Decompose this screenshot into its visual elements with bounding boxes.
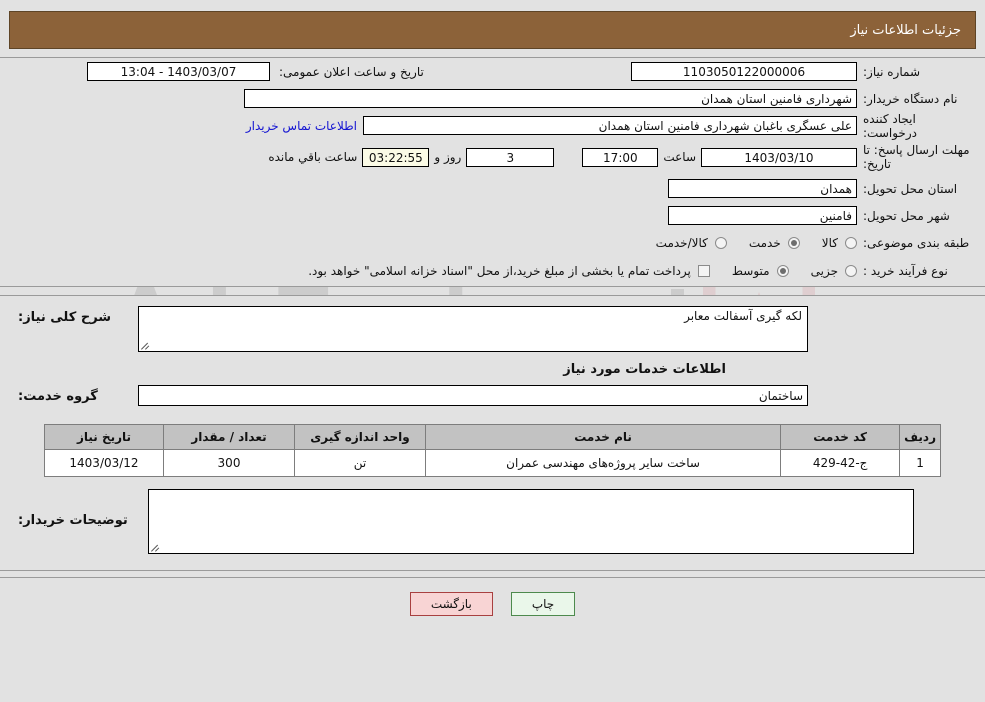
row-service-group: ساختمان گروه خدمت: [10, 385, 971, 406]
deadline-days: 3 [466, 147, 555, 167]
category-option-khedmat[interactable]: خدمت [749, 236, 800, 250]
buyer-notes-label: توضیحات خریدار: [18, 513, 128, 528]
row-buyer-notes: توضیحات خریدار: [10, 489, 971, 554]
process-option-jozee-label: جزیی [810, 264, 838, 278]
resize-grip-icon[interactable] [141, 340, 151, 350]
deadline-countdown-suffix: ساعت باقي مانده [268, 150, 358, 164]
category-label: طبقه بندی موضوعی: [863, 235, 970, 250]
col-code: کد خدمت [780, 424, 901, 450]
page-root: جزئیات اطلاعات نیاز شماره نیاز: 11030501… [0, 11, 985, 616]
cell-unit: تن [294, 449, 426, 477]
category-option-kala[interactable]: کالا [822, 236, 857, 250]
need-number-label: شماره نیاز: [863, 64, 920, 79]
cell-code: ج-42-429 [780, 449, 901, 477]
radio-khedmat-icon[interactable] [787, 236, 800, 249]
cell-row: 1 [899, 449, 941, 477]
deadline-label: مهلت ارسال پاسخ: تا تاریخ: [863, 143, 970, 171]
city-label: شهر محل تحویل: [863, 208, 950, 223]
row-buyer-org: نام دستگاه خریدار: شهرداری فامنین استان … [0, 85, 985, 112]
row-process: نوع فرآیند خرید : جزیی متوسط پرداخت تمام… [0, 256, 985, 286]
back-button[interactable]: بازگشت [409, 592, 493, 616]
row-description: لکه گیری آسفالت معابر شرح کلی نیاز: [10, 306, 971, 352]
cell-date: 1403/03/12 [44, 449, 164, 477]
deadline-countdown: 03:22:55 [362, 147, 430, 167]
process-option-jozee[interactable]: جزیی [811, 264, 857, 278]
row-creator: ایجاد کننده درخواست: علی عسگری باغبان شه… [0, 111, 985, 140]
buyer-contact-link[interactable]: اطلاعات تماس خریدار [240, 119, 363, 133]
table-header-row: ردیف کد خدمت نام خدمت واحد اندازه گیری ت… [44, 424, 941, 450]
creator-label: ایجاد کننده درخواست: [863, 111, 917, 140]
service-group-value: ساختمان [138, 385, 808, 406]
cell-quantity: 300 [163, 449, 295, 477]
creator-value: علی عسگری باغبان شهرداری فامنین استان هم… [363, 116, 857, 135]
deadline-date: 1403/03/10 [701, 147, 857, 167]
general-description-label: شرح کلی نیاز: [18, 310, 112, 325]
need-info-panel: شماره نیاز: 1103050122000006 تاریخ و ساع… [0, 57, 985, 287]
col-date: تاریخ نیاز [44, 424, 164, 450]
col-name: نام خدمت [424, 424, 782, 450]
col-quantity: تعداد / مقدار [163, 424, 295, 450]
general-description-textarea[interactable]: لکه گیری آسفالت معابر [138, 306, 808, 352]
category-option-kala-label: کالا [821, 235, 838, 250]
action-button-bar: بازگشت چاپ [0, 577, 985, 616]
category-option-kala-khedmat-label: کالا/خدمت [655, 235, 708, 250]
process-option-motevaset[interactable]: متوسط [732, 264, 789, 278]
process-label: نوع فرآیند خرید : [863, 264, 948, 278]
deadline-time: 17:00 [582, 147, 659, 167]
radio-jozee-icon[interactable] [845, 265, 857, 277]
buyer-org-value: شهرداری فامنین استان همدان [244, 89, 857, 108]
buyer-org-label: نام دستگاه خریدار: [863, 91, 958, 106]
radio-kala-khedmat-icon[interactable] [714, 236, 727, 249]
table-row: 1 ج-42-429 ساخت سایر پروژه‌های مهندسی عم… [44, 449, 941, 477]
col-unit: واحد اندازه گیری [294, 424, 426, 450]
cell-name: ساخت سایر پروژه‌های مهندسی عمران [424, 449, 782, 477]
row-deadline: مهلت ارسال پاسخ: تا تاریخ: 1403/03/10 سا… [0, 139, 985, 175]
buyer-notes-resize-grip-icon[interactable] [151, 542, 161, 552]
process-option-motevaset-label: متوسط [731, 264, 770, 278]
deadline-time-label: ساعت [663, 150, 696, 164]
row-category: طبقه بندی موضوعی: کالا خدمت کالا/خدمت [0, 229, 985, 256]
service-items-table: ردیف کد خدمت نام خدمت واحد اندازه گیری ت… [44, 424, 941, 477]
treasury-payment-option[interactable]: پرداخت تمام یا بخشی از مبلغ خرید،از محل … [308, 264, 710, 278]
treasury-payment-note: پرداخت تمام یا بخشی از مبلغ خرید،از محل … [308, 264, 691, 278]
announce-value: 1403/03/07 - 13:04 [87, 62, 270, 81]
treasury-payment-checkbox[interactable] [697, 265, 710, 277]
need-number-value: 1103050122000006 [631, 62, 857, 81]
col-row: ردیف [899, 424, 941, 450]
page-header: جزئیات اطلاعات نیاز [9, 11, 976, 49]
page-title: جزئیات اطلاعات نیاز [850, 22, 961, 38]
province-label: استان محل تحویل: [863, 181, 958, 196]
row-need-number: شماره نیاز: 1103050122000006 تاریخ و ساع… [0, 58, 985, 85]
buyer-notes-textarea[interactable] [148, 489, 914, 554]
services-section-title: اطلاعات خدمات مورد نیاز [563, 362, 726, 377]
service-items-table-wrap: ردیف کد خدمت نام خدمت واحد اندازه گیری ت… [0, 418, 985, 477]
announce-label: تاریخ و ساعت اعلان عمومی: [279, 64, 424, 79]
category-option-kala-khedmat[interactable]: کالا/خدمت [656, 236, 727, 250]
row-city: شهر محل تحویل: فامنین [0, 202, 985, 229]
radio-kala-icon[interactable] [845, 236, 857, 249]
city-value: فامنین [668, 206, 857, 225]
description-panel: لکه گیری آسفالت معابر شرح کلی نیاز: اطلا… [0, 295, 985, 571]
service-group-label: گروه خدمت: [18, 389, 98, 404]
buyer-notes-section: توضیحات خریدار: [0, 477, 985, 570]
category-option-khedmat-label: خدمت [748, 235, 781, 250]
print-button[interactable]: چاپ [510, 592, 576, 616]
row-province: استان محل تحویل: همدان [0, 175, 985, 202]
radio-motevaset-icon[interactable] [776, 265, 789, 277]
deadline-days-suffix: روز و [434, 150, 462, 164]
province-value: همدان [668, 179, 857, 198]
